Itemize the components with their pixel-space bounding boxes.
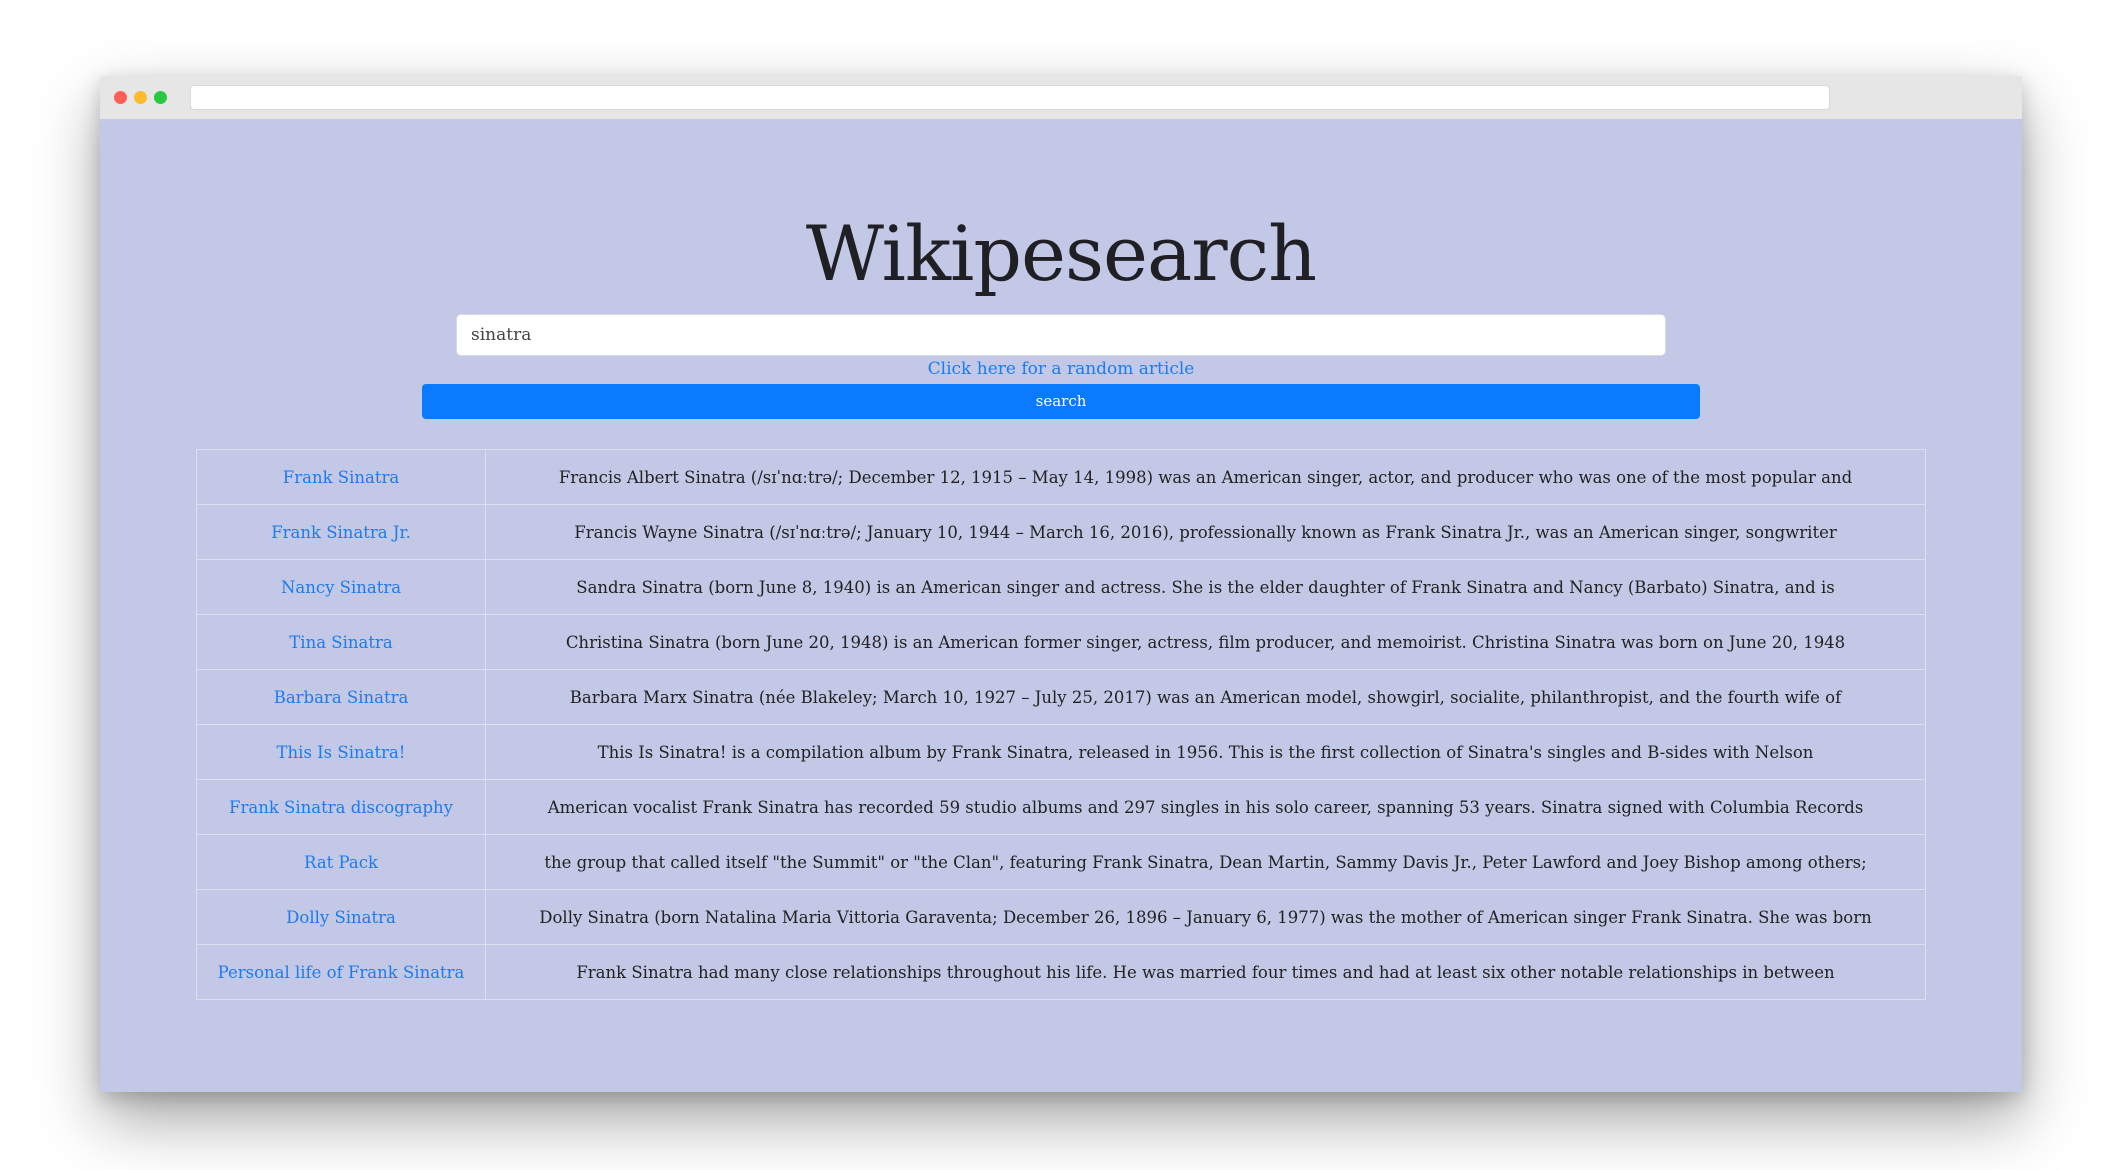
result-title-link[interactable]: Frank Sinatra Jr. (271, 523, 411, 542)
result-title-link[interactable]: Nancy Sinatra (281, 578, 401, 597)
search-input[interactable] (456, 314, 1666, 356)
result-row: Dolly Sinatra Dolly Sinatra (born Natalin… (196, 889, 1926, 945)
result-title-link[interactable]: Tina Sinatra (289, 633, 392, 652)
result-title-cell: Rat Pack (196, 834, 486, 890)
result-title-link[interactable]: Dolly Sinatra (286, 908, 396, 927)
result-title-link[interactable]: Frank Sinatra (283, 468, 399, 487)
search-button[interactable]: search (422, 384, 1700, 419)
result-row: Rat Pack the group that called itself "th… (196, 834, 1926, 890)
result-title-link[interactable]: Frank Sinatra discography (229, 798, 453, 817)
result-snippet: Barbara Marx Sinatra (née Blakeley; Marc… (485, 669, 1926, 725)
result-title-cell: This Is Sinatra! (196, 724, 486, 780)
result-title-cell: Tina Sinatra (196, 614, 486, 670)
result-row: This Is Sinatra! This Is Sinatra! is a co… (196, 724, 1926, 780)
result-title-cell: Frank Sinatra (196, 449, 486, 505)
result-snippet: Francis Wayne Sinatra (/sɪˈnɑːtrə/; Janu… (485, 504, 1926, 560)
result-title-cell: Dolly Sinatra (196, 889, 486, 945)
result-snippet: This Is Sinatra! is a compilation album … (485, 724, 1926, 780)
result-snippet: Dolly Sinatra (born Natalina Maria Vitto… (485, 889, 1926, 945)
result-row: Frank Sinatra discography American vocali… (196, 779, 1926, 835)
close-window-button[interactable] (114, 91, 127, 104)
result-title-cell: Personal life of Frank Sinatra (196, 944, 486, 1000)
results-table: Frank Sinatra Francis Albert Sinatra (/sɪ… (196, 449, 1926, 1000)
random-article-link[interactable]: Click here for a random article (100, 359, 2022, 379)
result-title-link[interactable]: Personal life of Frank Sinatra (218, 963, 465, 982)
result-snippet: Sandra Sinatra (born June 8, 1940) is an… (485, 559, 1926, 615)
result-title-link[interactable]: This Is Sinatra! (277, 743, 406, 762)
page-title: Wikipesearch (805, 209, 1317, 298)
result-snippet: American vocalist Frank Sinatra has reco… (485, 779, 1926, 835)
minimize-window-button[interactable] (134, 91, 147, 104)
result-row: Personal life of Frank Sinatra Frank Sina… (196, 944, 1926, 1000)
maximize-window-button[interactable] (154, 91, 167, 104)
results-table-body: Frank Sinatra Francis Albert Sinatra (/sɪ… (196, 449, 1926, 1000)
result-title-cell: Barbara Sinatra (196, 669, 486, 725)
result-title-link[interactable]: Rat Pack (304, 853, 378, 872)
browser-window: Wikipesearch Click here for a random art… (100, 76, 2022, 1092)
result-snippet: Francis Albert Sinatra (/sɪˈnɑːtrə/; Dec… (485, 449, 1926, 505)
result-title-cell: Frank Sinatra Jr. (196, 504, 486, 560)
result-snippet: Christina Sinatra (born June 20, 1948) i… (485, 614, 1926, 670)
result-title-link[interactable]: Barbara Sinatra (274, 688, 409, 707)
result-row: Frank Sinatra Francis Albert Sinatra (/sɪ… (196, 449, 1926, 505)
result-snippet: Frank Sinatra had many close relationshi… (485, 944, 1926, 1000)
result-snippet: the group that called itself "the Summit… (485, 834, 1926, 890)
result-row: Tina Sinatra Christina Sinatra (born June… (196, 614, 1926, 670)
result-row: Barbara Sinatra Barbara Marx Sinatra (née… (196, 669, 1926, 725)
result-title-cell: Frank Sinatra discography (196, 779, 486, 835)
result-title-cell: Nancy Sinatra (196, 559, 486, 615)
result-row: Nancy Sinatra Sandra Sinatra (born June 8… (196, 559, 1926, 615)
address-bar[interactable] (190, 85, 1830, 110)
browser-titlebar (100, 76, 2022, 119)
result-row: Frank Sinatra Jr. Francis Wayne Sinatra (… (196, 504, 1926, 560)
